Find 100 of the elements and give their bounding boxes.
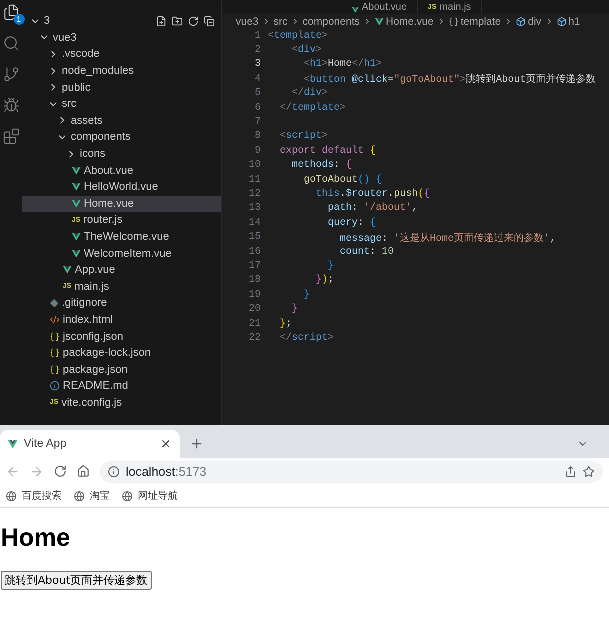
code-line: } — [291, 304, 298, 316]
line-number: 22 — [248, 332, 262, 344]
folder-item[interactable]: icons — [22, 146, 221, 162]
braces-icon — [50, 332, 60, 342]
file-item[interactable]: index.html — [22, 312, 221, 328]
file-item[interactable]: package.json — [22, 361, 221, 378]
vue-logo-icon — [72, 233, 81, 241]
folder-item[interactable]: 3 — [22, 13, 221, 30]
browser-tab[interactable]: Vite App — [0, 430, 180, 458]
new-file-icon[interactable] — [156, 16, 167, 27]
code-line: } — [327, 260, 334, 272]
search-icon[interactable] — [2, 35, 20, 52]
breadcrumb-item[interactable]: components — [302, 16, 360, 28]
file-item[interactable]: WelcomeItem.vue — [22, 245, 221, 262]
code-line: goToAbout() { — [303, 174, 382, 186]
blocks-icon[interactable] — [2, 128, 20, 145]
breadcrumb-item[interactable]: template — [448, 16, 502, 28]
line-number: 4 — [254, 74, 262, 85]
line-number: 21 — [248, 318, 262, 330]
file-item[interactable]: About.vue — [22, 162, 221, 179]
code-line: export default { — [279, 146, 376, 157]
vue-logo-icon — [8, 440, 18, 448]
folder-item[interactable]: node_modules — [22, 62, 221, 80]
vue-logo-icon — [352, 6, 359, 13]
code-line: </template> — [279, 102, 346, 114]
line-number: 16 — [248, 246, 262, 258]
breadcrumb-item[interactable]: h1 — [556, 16, 580, 28]
bookmark-link[interactable]: 网址导航 — [122, 489, 178, 503]
file-item[interactable]: Home.vue — [22, 196, 221, 212]
plus-icon — [190, 437, 204, 451]
breadcrumb-item[interactable]: Home.vue — [374, 16, 434, 28]
code-line: }); — [315, 275, 334, 286]
line-number: 8 — [254, 131, 262, 142]
code-line: <template> — [268, 30, 328, 42]
file-item[interactable]: .gitignore — [22, 295, 221, 312]
globe-icon — [74, 490, 85, 502]
code-icon — [50, 314, 60, 325]
folder-item[interactable]: vue3 — [22, 30, 221, 46]
bookmark-link[interactable]: 淘宝 — [74, 489, 110, 503]
cube-icon — [556, 16, 567, 26]
folder-item[interactable]: assets — [22, 112, 221, 130]
editor-tab[interactable]: About.vue — [342, 0, 418, 14]
braces-icon — [448, 16, 459, 26]
cube-icon — [516, 16, 526, 26]
file-item[interactable]: package-lock.json — [22, 344, 221, 362]
line-number: 13 — [248, 203, 262, 214]
close-icon[interactable] — [160, 438, 172, 450]
code-line: }; — [279, 318, 292, 330]
home-button[interactable] — [77, 465, 90, 478]
files-icon[interactable] — [2, 4, 20, 21]
line-number: 19 — [248, 290, 262, 301]
collapse-icon[interactable] — [204, 16, 215, 27]
code-line: <div> — [291, 45, 322, 56]
code-line: } — [303, 290, 310, 301]
address-bar[interactable]: localhost:5173 — [100, 460, 603, 482]
line-number: 3 — [254, 59, 262, 70]
bug-icon[interactable] — [2, 97, 20, 114]
braces-icon — [50, 364, 60, 375]
file-item[interactable]: README.md — [22, 378, 221, 395]
code-line: message: '这是从Home页面传递过来的参数', — [339, 232, 556, 245]
line-number: 20 — [248, 304, 262, 316]
line-number: 2 — [254, 45, 262, 56]
vue-logo-icon — [72, 200, 81, 208]
notification-badge: 1 — [14, 14, 24, 25]
folder-item[interactable]: src — [22, 96, 221, 113]
file-item[interactable]: jsconfig.json — [22, 328, 221, 345]
folder-item[interactable]: .vscode — [22, 46, 221, 63]
breadcrumb-item[interactable]: div — [516, 16, 542, 28]
info-icon — [50, 381, 60, 392]
refresh-icon[interactable] — [188, 16, 199, 27]
folder-item[interactable]: public — [22, 79, 221, 96]
reload-button[interactable] — [54, 465, 67, 478]
diamond-icon — [50, 298, 59, 308]
file-item[interactable]: App.vue — [22, 262, 221, 278]
line-number: 15 — [248, 232, 262, 244]
line-number: 11 — [248, 174, 262, 186]
bookmark-link[interactable]: 百度搜索 — [6, 489, 62, 503]
file-item[interactable]: HelloWorld.vue — [22, 178, 221, 196]
arrow-left-icon — [6, 464, 20, 478]
line-number: 14 — [248, 218, 262, 229]
code-line: query: { — [327, 218, 376, 229]
file-item[interactable]: TheWelcome.vue — [22, 228, 221, 246]
code-line: <h1>Home</h1> — [303, 59, 382, 70]
code-line: </script> — [279, 332, 334, 344]
vue-logo-icon — [72, 166, 81, 175]
line-number: 7 — [254, 117, 262, 128]
line-number: 10 — [248, 160, 262, 172]
share-icon[interactable] — [565, 466, 577, 478]
new-folder-icon[interactable] — [172, 16, 183, 27]
breadcrumb-item[interactable]: src — [274, 16, 288, 28]
globe-icon — [6, 490, 17, 502]
line-number: 6 — [254, 102, 262, 114]
branch-icon[interactable] — [2, 66, 20, 83]
star-icon[interactable] — [583, 466, 595, 478]
breadcrumb-item[interactable]: vue3 — [236, 16, 259, 28]
code-line: this.$router.push({ — [315, 188, 430, 200]
line-number: 5 — [254, 88, 262, 100]
folder-item[interactable]: components — [22, 129, 221, 146]
navigate-button[interactable]: 跳转到About页面并传递参数 — [1, 571, 152, 590]
vue-logo-icon — [63, 266, 72, 274]
